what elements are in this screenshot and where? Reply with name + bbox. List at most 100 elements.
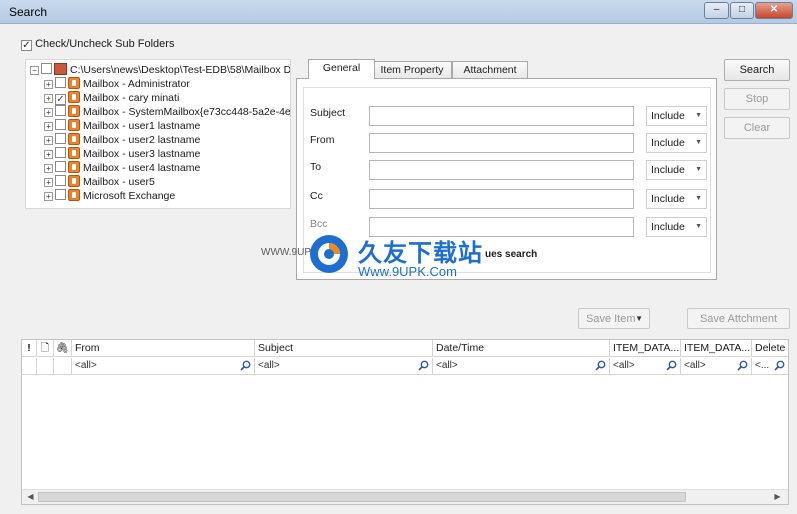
tree-checkbox[interactable] (55, 133, 66, 144)
expand-icon[interactable]: + (44, 192, 53, 201)
tree-item[interactable]: + Mailbox - Administrator (44, 77, 190, 91)
column-subject[interactable]: Subject (255, 340, 433, 357)
tree-item-label: Mailbox - user4 lastname (83, 162, 201, 174)
subject-mode-value: Include (651, 110, 685, 122)
check-subfolders[interactable]: ✓ Check/Uncheck Sub Folders (21, 38, 174, 51)
tree-checkbox[interactable] (55, 77, 66, 88)
scroll-right-icon[interactable]: ▶ (771, 491, 784, 503)
from-mode-value: Include (651, 137, 685, 149)
column-datetime[interactable]: Date/Time (433, 340, 610, 357)
tab-strip: General Item Property Attachment (296, 59, 717, 79)
tree-item-label: Microsoft Exchange (83, 190, 176, 202)
scrollbar-thumb[interactable] (38, 492, 686, 502)
tab-item-property[interactable]: Item Property (372, 61, 452, 78)
filter-deleted[interactable]: <... (752, 358, 788, 375)
mailbox-icon (68, 133, 80, 145)
cc-mode-select[interactable]: Include ▼ (646, 189, 707, 209)
chevron-down-icon: ▼ (695, 112, 702, 119)
attachment-icon[interactable]: 🖇 (54, 340, 72, 357)
filter-item-data-1[interactable]: <all> (610, 358, 681, 375)
expand-icon[interactable]: + (44, 150, 53, 159)
expand-icon[interactable]: + (44, 164, 53, 173)
chevron-down-icon: ▼ (695, 195, 702, 202)
column-deleted[interactable]: Delete (752, 340, 788, 357)
cc-input[interactable] (369, 189, 634, 209)
expand-icon[interactable]: + (44, 122, 53, 131)
tree-checkbox[interactable] (55, 119, 66, 130)
search-icon[interactable] (595, 360, 606, 371)
tab-attachment[interactable]: Attachment (452, 61, 528, 78)
minimize-button[interactable]: – (704, 2, 729, 19)
bcc-mode-select[interactable]: Include ▼ (646, 217, 707, 237)
to-mode-select[interactable]: Include ▼ (646, 160, 707, 180)
expand-icon[interactable]: + (44, 108, 53, 117)
mailbox-icon (68, 77, 80, 89)
tree-item[interactable]: + Mailbox - user3 lastname (44, 147, 200, 161)
horizontal-scrollbar[interactable]: ◀ ▶ (22, 489, 788, 504)
results-grid[interactable]: ! 🗋 🖇 From Subject Date/Time ITEM_DATA..… (21, 339, 789, 505)
to-input[interactable] (369, 160, 634, 180)
stop-button[interactable]: Stop (724, 88, 790, 110)
search-icon[interactable] (240, 360, 251, 371)
subject-input[interactable] (369, 106, 634, 126)
tree-item[interactable]: + Mailbox - user5 (44, 175, 155, 189)
from-mode-select[interactable]: Include ▼ (646, 133, 707, 153)
save-attachment-button[interactable]: Save Attchment (687, 308, 790, 329)
tree-checkbox[interactable] (55, 161, 66, 172)
expand-icon[interactable]: + (44, 80, 53, 89)
tree-item[interactable]: + ✓ Mailbox - cary minati (44, 91, 179, 105)
mailbox-icon (68, 91, 80, 103)
filter-value: <all> (258, 360, 280, 371)
tree-item[interactable]: + Mailbox - user4 lastname (44, 161, 200, 175)
watermark: WWW.9UPK.COM 久友下载站 Www.9UPK.Com (258, 232, 510, 294)
search-icon[interactable] (666, 360, 677, 371)
column-from[interactable]: From (72, 340, 255, 357)
expand-icon[interactable]: + (44, 178, 53, 187)
search-button[interactable]: Search (724, 59, 790, 81)
mailbox-icon (68, 105, 80, 117)
clear-button[interactable]: Clear (724, 117, 790, 139)
tree-item[interactable]: + Mailbox - SystemMailbox{e73cc448-5a2e-4… (44, 105, 290, 119)
tree-root-label: C:\Users\news\Desktop\Test-EDB\58\Mailbo… (70, 64, 291, 76)
column-item-data-1[interactable]: ITEM_DATA... (610, 340, 681, 357)
search-icon[interactable] (737, 360, 748, 371)
checkbox-icon[interactable]: ✓ (21, 40, 32, 51)
filter-cell (37, 358, 54, 375)
filter-from[interactable]: <all> (72, 358, 255, 375)
expand-icon[interactable]: + (44, 94, 53, 103)
tree-root[interactable]: − C:\Users\news\Desktop\Test-EDB\58\Mailb… (30, 63, 291, 77)
document-icon[interactable]: 🗋 (37, 340, 54, 357)
subject-mode-select[interactable]: Include ▼ (646, 106, 707, 126)
watermark-url: Www.9UPK.Com (358, 264, 457, 279)
scroll-left-icon[interactable]: ◀ (24, 491, 37, 503)
importance-column-header[interactable]: ! (22, 340, 37, 357)
tree-checkbox[interactable] (55, 175, 66, 186)
filter-datetime[interactable]: <all> (433, 358, 610, 375)
tree-item[interactable]: + Microsoft Exchange (44, 189, 175, 203)
search-icon[interactable] (774, 360, 785, 371)
chevron-down-icon: ▼ (695, 139, 702, 146)
window-title: Search (9, 5, 48, 19)
expand-icon[interactable]: + (44, 136, 53, 145)
filter-item-data-2[interactable]: <all> (681, 358, 752, 375)
column-item-data-2[interactable]: ITEM_DATA... (681, 340, 752, 357)
save-item-button[interactable]: Save Item ▼ (578, 308, 650, 329)
tree-item[interactable]: + Mailbox - user1 lastname (44, 119, 200, 133)
close-button[interactable]: ✕ (755, 2, 793, 19)
maximize-button[interactable]: □ (730, 2, 754, 19)
cc-mode-value: Include (651, 193, 685, 205)
chevron-down-icon: ▼ (695, 223, 702, 230)
tree-checkbox[interactable] (55, 147, 66, 158)
from-input[interactable] (369, 133, 634, 153)
filter-value: <all> (684, 360, 706, 371)
collapse-icon[interactable]: − (30, 66, 39, 75)
tree-checkbox[interactable] (41, 63, 52, 74)
search-icon[interactable] (418, 360, 429, 371)
tab-general[interactable]: General (308, 59, 375, 79)
tree-checkbox[interactable] (55, 189, 66, 200)
filter-subject[interactable]: <all> (255, 358, 433, 375)
tree-checkbox[interactable] (55, 105, 66, 116)
tree-checkbox-checked[interactable]: ✓ (55, 94, 66, 105)
folder-tree[interactable]: − C:\Users\news\Desktop\Test-EDB\58\Mailb… (25, 59, 291, 209)
tree-item[interactable]: + Mailbox - user2 lastname (44, 133, 200, 147)
